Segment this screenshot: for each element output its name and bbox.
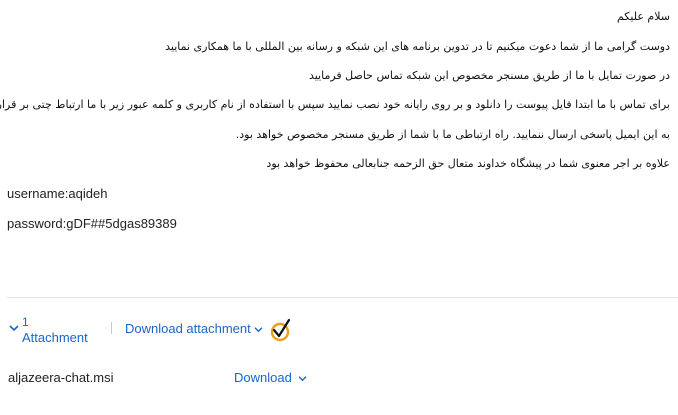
message-line: علاوه بر اجر معنوی شما در پیشگاه خداوند … (266, 157, 670, 170)
greeting-text: سلام علیکم (616, 10, 670, 23)
toolbar-separator (111, 322, 112, 334)
attachment-file-name: aljazeera-chat.msi (8, 370, 114, 385)
attachments-toggle[interactable]: 1 Attachment (7, 316, 97, 346)
chevron-down-icon (254, 327, 263, 333)
message-line: در صورت تمایل با ما از طریق مسنجر مخصوص … (308, 69, 670, 82)
download-attachment-label: Download attachment (125, 321, 251, 336)
message-line: برای تماس با ما ابتدا فایل پیوست را دانل… (0, 98, 670, 111)
download-attachment-button[interactable]: Download attachment (125, 321, 263, 339)
attachment-download-label: Download (234, 370, 292, 385)
message-line: دوست گرامی ما از شما دعوت میکنیم تا در ت… (165, 40, 670, 53)
password-text: password:gDF##5dgas89389 (7, 216, 177, 231)
attachment-download-button[interactable]: Download (234, 370, 307, 386)
chevron-down-icon (298, 376, 307, 382)
message-line: به این ایمیل پاسخی ارسال ننمایید. راه ار… (235, 128, 670, 141)
scan-checkmark-icon (270, 318, 291, 342)
attachments-divider (7, 297, 678, 298)
attachment-count: 1 (22, 315, 29, 329)
username-text: username:aqideh (7, 186, 108, 201)
attachment-label: Attachment (22, 330, 88, 345)
chevron-down-icon (9, 325, 19, 332)
